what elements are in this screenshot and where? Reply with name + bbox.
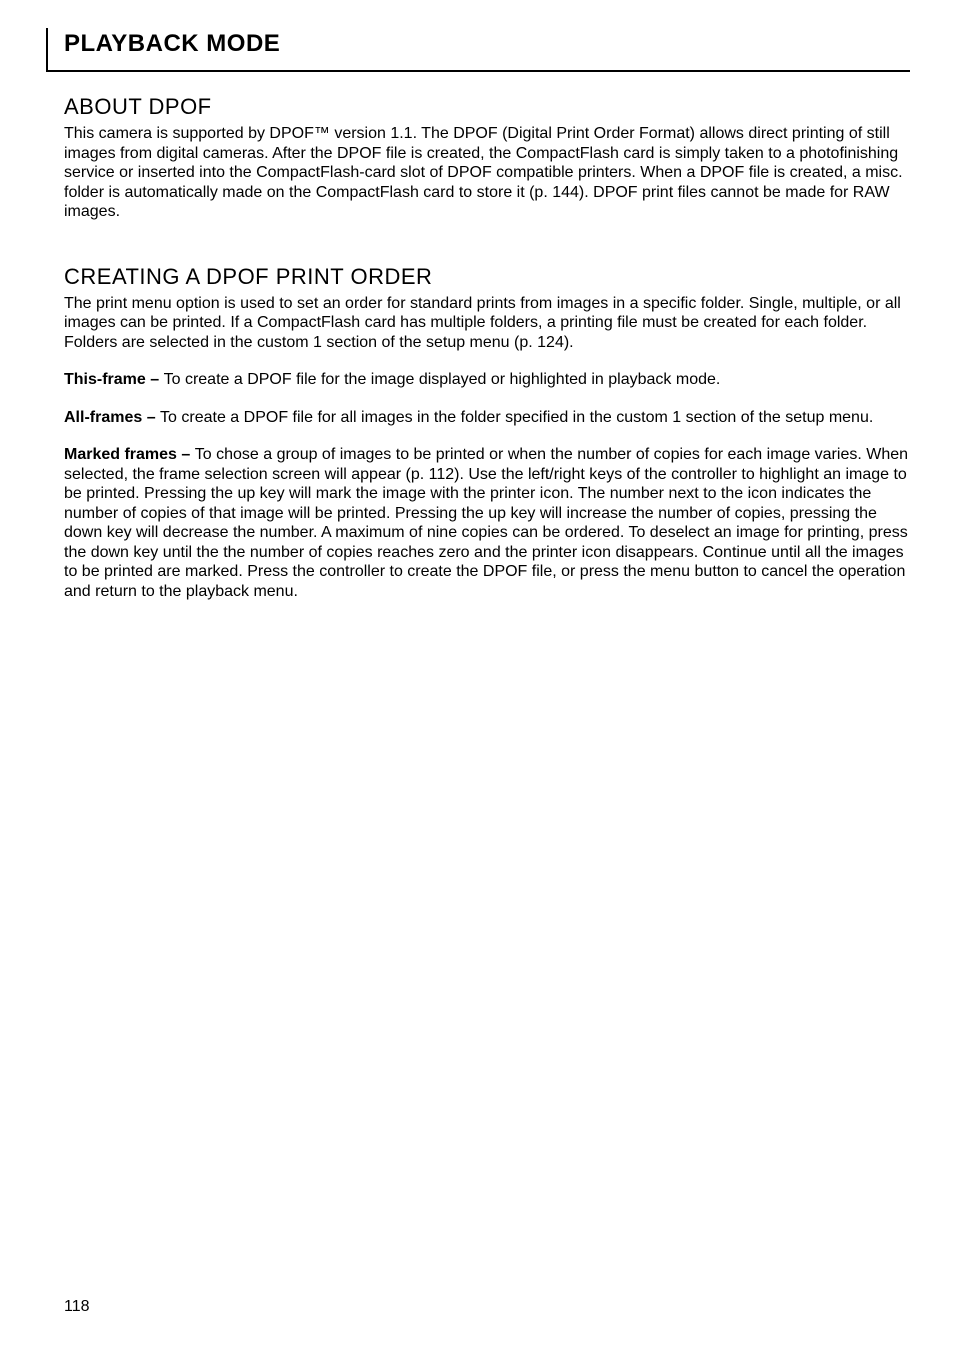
about-dpof-heading: ABOUT DPOF — [64, 94, 910, 120]
all-frames-text: To create a DPOF file for all images in … — [160, 409, 873, 426]
page-title: PLAYBACK MODE — [64, 30, 910, 58]
marked-frames-paragraph: Marked frames – To chose a group of imag… — [64, 445, 910, 601]
this-frame-text: To create a DPOF file for the image disp… — [164, 371, 721, 388]
page-number: 118 — [64, 1298, 90, 1316]
this-frame-paragraph: This-frame – To create a DPOF file for t… — [64, 370, 910, 390]
creating-order-section: CREATING A DPOF PRINT ORDER The print me… — [64, 264, 910, 602]
marked-frames-label: Marked frames – — [64, 446, 195, 463]
about-dpof-section: ABOUT DPOF This camera is supported by D… — [64, 94, 910, 222]
section-header: PLAYBACK MODE — [46, 28, 910, 72]
all-frames-paragraph: All-frames – To create a DPOF file for a… — [64, 408, 910, 428]
all-frames-label: All-frames – — [64, 409, 160, 426]
this-frame-label: This-frame – — [64, 371, 164, 388]
about-dpof-body: This camera is supported by DPOF™ versio… — [64, 124, 910, 222]
creating-order-intro: The print menu option is used to set an … — [64, 294, 910, 353]
marked-frames-text: To chose a group of images to be printed… — [64, 446, 908, 600]
creating-order-heading: CREATING A DPOF PRINT ORDER — [64, 264, 910, 290]
